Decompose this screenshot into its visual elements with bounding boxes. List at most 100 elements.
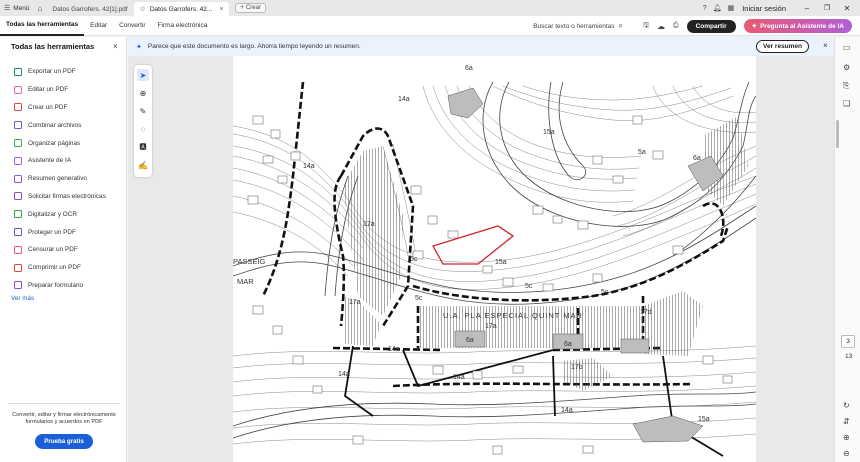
ai-assistant-button[interactable]: ✦ Pregunta al Asistente de IA: [743, 19, 852, 33]
free-trial-button[interactable]: Prueba gratis: [35, 434, 93, 449]
view-summary-button[interactable]: Ver resumen: [756, 40, 810, 53]
search-icon: ⌕: [618, 21, 623, 30]
summary-notice-bar: ✦ Parece que este documento es largo. Ah…: [128, 37, 834, 56]
map-label: 6a: [693, 155, 701, 162]
attachment-icon[interactable]: ⎘: [843, 81, 849, 91]
menu-all-tools[interactable]: Todas las herramientas: [0, 16, 85, 36]
lasso-icon[interactable]: ◌: [137, 123, 149, 135]
current-page-input[interactable]: 3: [841, 335, 855, 348]
minimize-icon[interactable]: –: [800, 4, 814, 13]
text-box-icon[interactable]: 🅰︎: [137, 141, 149, 153]
redact-pdf-icon: [14, 245, 22, 254]
restore-icon[interactable]: ❐: [820, 4, 834, 12]
help-icon[interactable]: ?: [703, 5, 707, 12]
pdf-page[interactable]: 14a 14a 15a 15a 5a 5c 5c 5c 6a 6a 6a 6a …: [233, 56, 756, 462]
apps-grid-icon[interactable]: ▦: [728, 4, 735, 12]
tool-redact-pdf[interactable]: Censurar un PDF: [14, 241, 106, 259]
zoom-out-icon[interactable]: ⊖: [843, 449, 850, 458]
menu-e-sign[interactable]: Firma electrónica: [152, 16, 214, 36]
tool-ai-assistant[interactable]: Asistente de IA: [14, 152, 106, 170]
organize-pages-icon: [14, 139, 22, 148]
reflow-icon[interactable]: ⇵: [843, 417, 850, 426]
tools-list: Exportar un PDF Editar un PDF Crear un P…: [14, 63, 106, 294]
notice-text: Parece que este documento es largo. Ahor…: [147, 43, 361, 50]
zoom-in-icon[interactable]: ⊕: [843, 433, 850, 442]
search-tools-button[interactable]: Buscar texto o herramientas ⌕: [533, 21, 623, 31]
prepare-form-icon: [14, 281, 22, 290]
tool-label: Editar un PDF: [28, 86, 69, 94]
star-icon[interactable]: ☆: [140, 5, 146, 13]
tool-compress-pdf[interactable]: Comprimir un PDF: [14, 259, 106, 277]
tool-edit-pdf[interactable]: Editar un PDF: [14, 81, 106, 99]
tool-create-pdf[interactable]: Crear un PDF: [14, 99, 106, 117]
save-icon[interactable]: 🖫: [643, 21, 649, 32]
tool-label: Exportar un PDF: [28, 68, 76, 76]
map-label: 17a: [363, 221, 375, 228]
tab-document-1[interactable]: Datos Garrofers. 42[1].pdf: [46, 2, 133, 16]
map-label: 6a: [564, 341, 572, 348]
tool-combine-files[interactable]: Combinar archivos: [14, 116, 106, 134]
home-icon: ⌂: [37, 3, 43, 13]
select-cursor-icon[interactable]: ➤: [137, 69, 149, 81]
request-esign-icon: [14, 192, 22, 201]
close-tab-icon[interactable]: ×: [219, 6, 223, 13]
tool-label: Comprimir un PDF: [28, 264, 81, 272]
panel-title: Todas las herramientas: [11, 42, 95, 51]
print-icon[interactable]: ⎙: [673, 22, 679, 30]
all-tools-panel: Todas las herramientas × Exportar un PDF…: [0, 37, 127, 462]
close-notice-icon[interactable]: ×: [823, 41, 828, 50]
tool-label: Crear un PDF: [28, 103, 68, 111]
menu-button[interactable]: ☰ Menú: [0, 0, 34, 16]
map-label: 14a: [453, 374, 465, 381]
tool-label: Asistente de IA: [28, 157, 71, 165]
bell-icon[interactable]: 🔔︎: [713, 4, 722, 12]
title-bar: ☰ Menú ⌂ Datos Garrofers. 42[1].pdf ☆ Da…: [0, 0, 860, 16]
new-tab-button[interactable]: + Crear: [235, 3, 266, 13]
map-label: 14a: [561, 407, 573, 414]
tool-protect-pdf[interactable]: Proteger un PDF: [14, 223, 106, 241]
map-label: 15a: [495, 259, 507, 266]
ai-assistant-icon: [14, 156, 22, 165]
pen-icon[interactable]: ✎: [137, 105, 149, 117]
map-label: 14a: [303, 163, 315, 170]
map-label: 5c: [410, 256, 418, 263]
upload-cloud-icon[interactable]: ☁: [657, 22, 665, 31]
tool-scan-ocr[interactable]: Digitalizar y OCR: [14, 205, 106, 223]
close-panel-icon[interactable]: ×: [113, 42, 118, 51]
tool-label: Combinar archivos: [28, 121, 82, 129]
map-label: 15a: [543, 129, 555, 136]
zoom-comment-icon[interactable]: ⊕: [137, 87, 149, 99]
comment-panel-icon[interactable]: ▭: [843, 43, 851, 52]
tool-prepare-form[interactable]: Preparar formulario: [14, 277, 106, 295]
tool-label: Proteger un PDF: [28, 228, 76, 236]
map-label: 17d: [640, 309, 652, 316]
menu-convert[interactable]: Convertir: [113, 16, 151, 36]
tool-organize-pages[interactable]: Organizar páginas: [14, 134, 106, 152]
signature-icon[interactable]: ✍: [137, 159, 149, 171]
refresh-icon[interactable]: ↻: [843, 401, 850, 410]
map-label: U.A. PLA ESPECIAL QUINT MAR: [443, 311, 583, 320]
map-label: 5c: [525, 283, 533, 290]
tool-request-esign[interactable]: Solicitar firmas electrónicas: [14, 188, 106, 206]
map-label: 17a: [349, 299, 361, 306]
sign-in-link[interactable]: Iniciar sesión: [742, 4, 786, 13]
close-window-icon[interactable]: ✕: [840, 4, 854, 13]
bookmark-icon[interactable]: ⚙: [843, 63, 850, 72]
map-label: 5c: [601, 289, 609, 296]
tool-label: Censurar un PDF: [28, 246, 78, 254]
tab-document-2[interactable]: ☆ Datos Garrofers. 42... ×: [133, 2, 230, 16]
map-label: 15a: [698, 416, 710, 423]
see-more-link[interactable]: Ver más: [11, 295, 34, 302]
tool-export-pdf[interactable]: Exportar un PDF: [14, 63, 106, 81]
map-label: 6a: [466, 337, 474, 344]
right-tools-strip: ▭ ⚙ ⎘ ❏ ↻ ⇵ ⊕ ⊖: [834, 37, 860, 462]
home-button[interactable]: ⌂: [34, 0, 47, 16]
page-thumbnails-icon[interactable]: ❏: [843, 99, 850, 108]
tool-generative-summary[interactable]: Resumen generativo: [14, 170, 106, 188]
tab-label: Datos Garrofers. 42...: [149, 5, 213, 13]
plus-icon: +: [240, 5, 244, 11]
ai-assistant-label: Pregunta al Asistente de IA: [760, 22, 844, 30]
share-button[interactable]: Compartir: [686, 19, 736, 33]
menu-edit[interactable]: Editar: [84, 16, 113, 36]
scrollbar-thumb[interactable]: [836, 120, 839, 148]
